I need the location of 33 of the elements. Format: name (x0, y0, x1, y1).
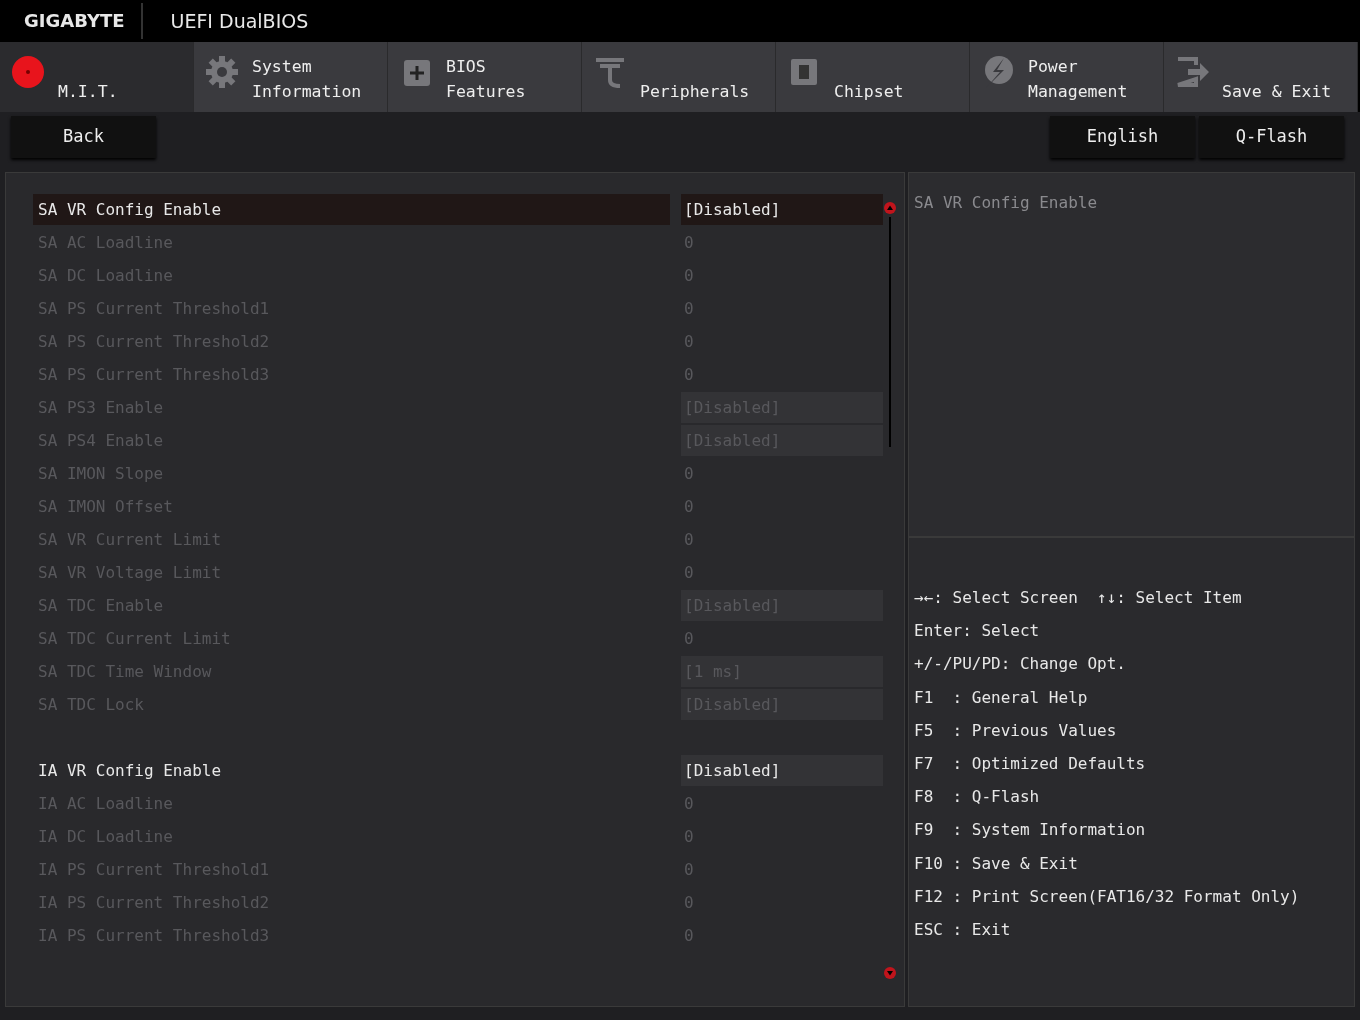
brand-logo: GIGABYTE (0, 3, 143, 39)
menu-tab[interactable]: BIOS Features (388, 42, 582, 112)
exit-door-icon (1174, 54, 1210, 90)
help-line: F8 : Q-Flash (914, 786, 1041, 809)
menu-tab[interactable]: Chipset (776, 42, 970, 112)
help-line: F5 : Previous Values (914, 719, 1118, 742)
help-line: F1 : General Help (914, 686, 1089, 709)
scroll-down-icon[interactable] (883, 966, 897, 980)
help-line: ESC : Exit (914, 918, 1012, 941)
menu-tab[interactable]: M.I.T. (0, 42, 194, 112)
menu-tab[interactable]: Power Management (970, 42, 1164, 112)
help-line: F7 : Optimized Defaults (914, 752, 1147, 775)
option-value[interactable]: [Disabled] (681, 194, 883, 225)
menu-tab[interactable]: Save & Exit (1164, 42, 1358, 112)
scroll-up-icon[interactable] (883, 201, 897, 215)
help-line: F10 : Save & Exit (914, 852, 1079, 875)
back-button[interactable]: Back (11, 116, 156, 158)
help-line: Enter: Select (914, 620, 1041, 643)
help-line: +/-/PU/PD: Change Opt. (914, 653, 1127, 676)
menu-tab[interactable]: System Information (194, 42, 388, 112)
setting-label[interactable]: IA VR Config Enable (33, 755, 670, 786)
q-flash-button[interactable]: Q-Flash (1199, 116, 1344, 158)
gear-icon (204, 54, 240, 90)
language-button[interactable]: English (1050, 116, 1195, 158)
help-line: F12 : Print Screen(FAT16/32 Format Only) (914, 885, 1301, 908)
help-line: F9 : System Information (914, 819, 1147, 842)
option-value[interactable]: [Disabled] (681, 755, 883, 786)
help-line: →←: Select Screen ↑↓: Select Item (914, 587, 1243, 609)
product-title: UEFI DualBIOS (169, 8, 309, 34)
menu-tab[interactable]: Peripherals (582, 42, 776, 112)
description-text: SA VR Config Enable (914, 193, 1098, 212)
mit-dial-icon (10, 54, 46, 90)
setting-label[interactable]: SA VR Config Enable (33, 194, 670, 225)
